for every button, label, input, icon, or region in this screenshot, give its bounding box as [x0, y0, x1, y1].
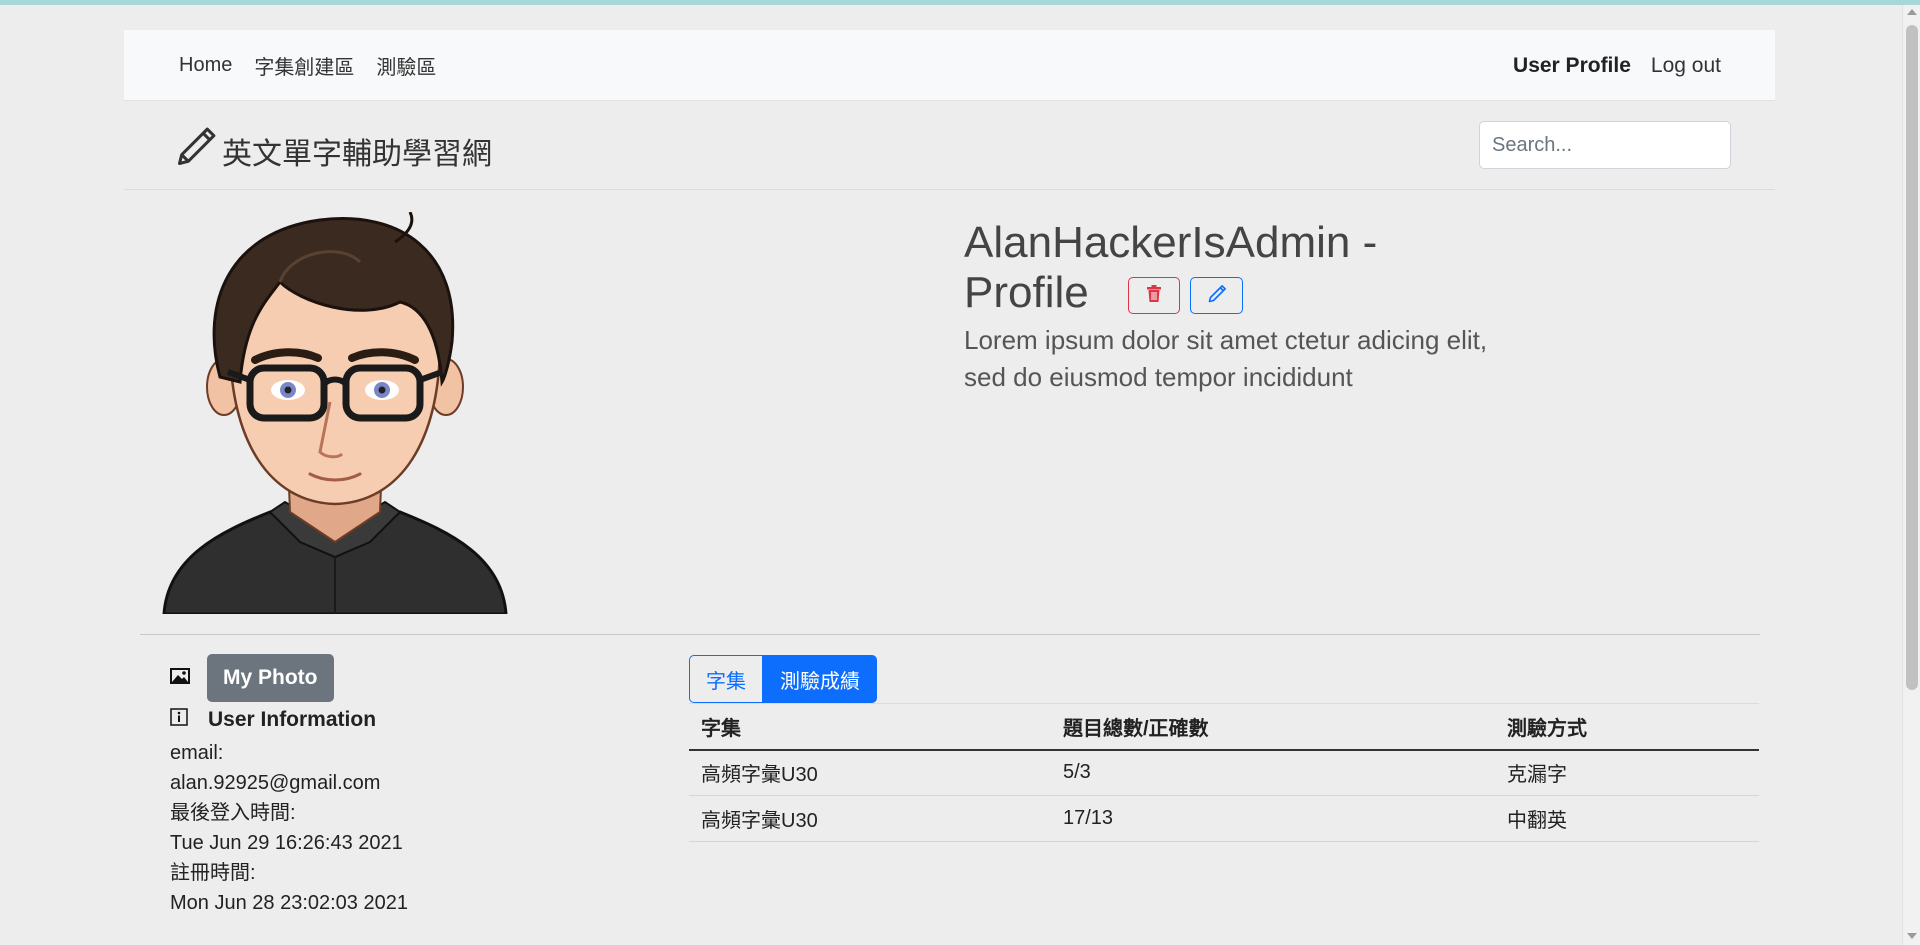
site-brand[interactable]: 英文單字輔助學習網: [174, 125, 492, 177]
profile-bio: Lorem ipsum dolor sit amet ctetur adicin…: [964, 322, 1524, 396]
last-login-value: Tue Jun 29 16:26:43 2021: [170, 832, 403, 854]
search-input[interactable]: [1479, 121, 1731, 169]
brand-header: 英文單字輔助學習網: [124, 101, 1775, 190]
scrollbar-thumb[interactable]: [1906, 25, 1918, 690]
nav-home-link[interactable]: Home: [179, 54, 232, 77]
quiz-score-table: 字集 題目總數/正確數 測驗方式 高頻字彙U30 5/3 克漏字 高頻字彙U30…: [689, 703, 1759, 842]
register-time-label: 註冊時間:: [170, 862, 256, 884]
cell-score: 17/13: [1051, 795, 1495, 842]
register-time-value: Mon Jun 28 23:02:03 2021: [170, 892, 408, 914]
scroll-down-arrow-icon[interactable]: [1907, 933, 1917, 939]
email-value: alan.92925@gmail.com: [170, 772, 381, 794]
window-top-edge: [0, 0, 1920, 5]
user-info-panel: My Photo User Information email: alan.92…: [170, 654, 430, 918]
column-header-wordset: 字集: [689, 703, 1051, 751]
column-header-method: 測驗方式: [1495, 703, 1759, 751]
my-photo-button[interactable]: My Photo: [207, 654, 334, 702]
profile-bio-line-2: sed do eiusmod tempor incididunt: [964, 362, 1353, 392]
image-icon: [170, 663, 190, 693]
profile-tabs: 字集 測驗成績: [689, 655, 877, 703]
top-navbar: Home 字集創建區 測驗區 User Profile Log out: [124, 30, 1775, 101]
nav-user-links: User Profile Log out: [1513, 30, 1721, 101]
edit-profile-button[interactable]: [1190, 277, 1243, 314]
scroll-up-arrow-icon[interactable]: [1907, 9, 1917, 15]
tab-quiz-scores[interactable]: 測驗成績: [763, 655, 877, 703]
table-row: 高頻字彙U30 5/3 克漏字: [689, 749, 1759, 796]
trash-icon: [1146, 285, 1162, 306]
nav-logout-link[interactable]: Log out: [1651, 54, 1721, 78]
last-login-label: 最後登入時間:: [170, 802, 296, 824]
nav-links: Home 字集創建區 測驗區: [179, 30, 436, 101]
cell-score: 5/3: [1051, 749, 1495, 796]
email-label: email:: [170, 742, 224, 764]
profile-bio-line-1: Lorem ipsum dolor sit amet ctetur adicin…: [964, 325, 1488, 355]
user-info-heading-row: User Information: [170, 702, 430, 738]
nav-quiz-link[interactable]: 測驗區: [376, 51, 436, 80]
pencil-icon: [1207, 284, 1227, 307]
section-divider: [140, 634, 1760, 635]
cell-method: 克漏字: [1495, 749, 1759, 796]
nav-user-profile-link[interactable]: User Profile: [1513, 54, 1631, 78]
table-header-row: 字集 題目總數/正確數 測驗方式: [689, 703, 1759, 751]
cell-wordset: 高頻字彙U30: [689, 795, 1051, 842]
profile-title-username: AlanHackerIsAdmin -: [964, 218, 1378, 267]
avatar: [160, 211, 510, 616]
nav-wordset-create-link[interactable]: 字集創建區: [254, 51, 354, 80]
cell-method: 中翻英: [1495, 795, 1759, 842]
column-header-score: 題目總數/正確數: [1051, 703, 1495, 751]
info-icon: [170, 705, 188, 735]
tab-wordsets[interactable]: 字集: [689, 655, 763, 703]
delete-account-button[interactable]: [1128, 277, 1180, 314]
photo-row: My Photo: [170, 654, 430, 702]
user-info-heading: User Information: [208, 708, 377, 731]
page-scrollbar[interactable]: [1902, 5, 1920, 945]
site-title: 英文單字輔助學習網: [222, 138, 492, 171]
table-row: 高頻字彙U30 17/13 中翻英: [689, 795, 1759, 842]
cell-wordset: 高頻字彙U30: [689, 749, 1051, 796]
pencil-icon: [174, 125, 218, 177]
